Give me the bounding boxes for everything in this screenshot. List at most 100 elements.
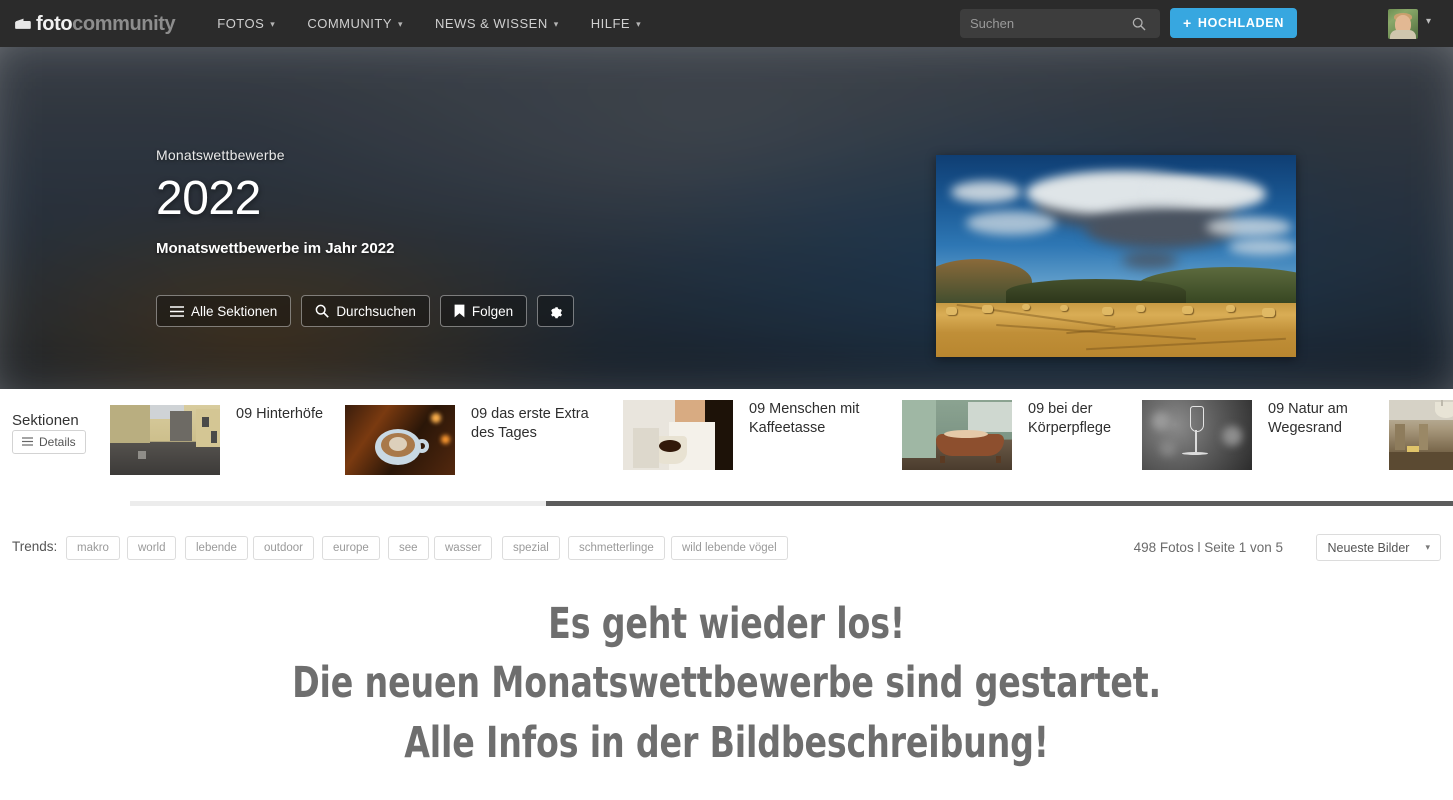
section-thumbnail-bathtub[interactable] — [902, 400, 1012, 470]
site-logo[interactable]: fotocommunity — [14, 0, 176, 47]
chevron-down-icon: ▾ — [553, 19, 559, 29]
all-sections-button[interactable]: Alle Sektionen — [156, 295, 292, 327]
trend-tag-spezial[interactable]: spezial — [502, 536, 560, 560]
gear-icon — [548, 304, 563, 319]
photo-hill — [1006, 279, 1186, 305]
hero-kicker: Monatswettbewerbe — [156, 147, 285, 163]
section-item-title[interactable]: 09 Natur am Wegesrand — [1268, 400, 1388, 439]
nav-item-community-label: COMMUNITY — [307, 16, 392, 31]
hamburger-icon — [170, 305, 184, 317]
section-item[interactable]: 09 Natur am Wegesrand — [1142, 400, 1388, 470]
avatar-body — [1390, 30, 1416, 39]
logo-text-secondary: community — [72, 12, 176, 35]
trend-tag-outdoor[interactable]: outdoor — [253, 536, 315, 560]
photo-haybale — [1102, 307, 1113, 315]
photo-haybale — [1182, 306, 1193, 314]
nav-item-news-wissen[interactable]: NEWS & WISSEN ▾ — [419, 0, 575, 47]
upload-button[interactable]: + HOCHLADEN — [1170, 8, 1298, 38]
logo-text-primary: foto — [36, 12, 73, 35]
trend-tag-lebende[interactable]: lebende — [185, 536, 248, 560]
photo-haybale — [982, 305, 993, 313]
nav-item-news-wissen-label: NEWS & WISSEN — [435, 16, 548, 31]
browse-button-label: Durchsuchen — [336, 303, 416, 319]
nav-item-hilfe-label: HILFE — [590, 16, 631, 31]
chevron-down-icon: ▾ — [1425, 542, 1430, 552]
trend-tag-wild-lebende-voegel[interactable]: wild lebende vögel — [671, 536, 788, 560]
chevron-down-icon: ▾ — [398, 19, 404, 29]
page-info: 498 Fotos l Seite 1 von 5 — [1133, 540, 1283, 555]
details-button-label: Details — [39, 435, 76, 449]
nav-item-hilfe[interactable]: HILFE ▾ — [575, 0, 657, 47]
section-item-title[interactable]: 09 Hinterhöfe — [236, 405, 356, 424]
trend-tag-world[interactable]: world — [127, 536, 177, 560]
trend-tag-makro[interactable]: makro — [66, 536, 120, 560]
photo-haybale — [1226, 305, 1235, 312]
plus-icon: + — [1183, 15, 1192, 31]
trend-tag-wasser[interactable]: wasser — [434, 536, 493, 560]
nav-item-fotos-label: FOTOS — [217, 16, 265, 31]
promo-headline-line-2: Die neuen Monatswettbewerbe sind gestart… — [292, 658, 1161, 709]
section-item[interactable]: 09 Hinterhöfe — [110, 405, 356, 475]
sections-scrollbar-thumb[interactable] — [546, 501, 1453, 506]
user-menu-chevron-down-icon[interactable]: ▾ — [1426, 16, 1431, 27]
settings-button[interactable] — [537, 295, 575, 327]
photo-cloud — [951, 181, 1021, 203]
chevron-down-icon: ▾ — [270, 19, 276, 29]
section-item-title[interactable]: 09 bei der Körperpflege — [1028, 400, 1148, 439]
photo-haybale — [1060, 305, 1068, 311]
photo-haybale — [1262, 308, 1275, 317]
photo-cloud — [1206, 217, 1292, 237]
section-thumbnail-interior-hall[interactable] — [1389, 400, 1453, 470]
photo-haybale — [946, 307, 957, 315]
main-nav: FOTOS ▾ COMMUNITY ▾ NEWS & WISSEN ▾ HILFE ▾ — [201, 0, 657, 47]
chevron-down-icon: ▾ — [636, 19, 642, 29]
nav-item-fotos[interactable]: FOTOS ▾ — [201, 0, 291, 47]
photo-cloud — [966, 211, 1056, 235]
sections-scrollbar[interactable] — [130, 501, 1453, 506]
follow-button-label: Folgen — [471, 303, 514, 319]
photo-cloud — [1122, 251, 1178, 269]
details-button-wrap: Details — [12, 430, 86, 454]
photo-haybale — [1136, 305, 1145, 312]
section-thumbnail-coffee-cup[interactable] — [345, 405, 455, 475]
section-item[interactable]: 09 Menschen mit Kaffeetasse — [623, 400, 869, 470]
trend-tag-europe[interactable]: europe — [322, 536, 380, 560]
hero-subtitle: Monatswettbewerbe im Jahr 2022 — [156, 240, 395, 257]
sort-dropdown-value: Neueste Bilder — [1327, 540, 1410, 555]
browse-button[interactable]: Durchsuchen — [301, 295, 430, 327]
trends-label: Trends: — [12, 539, 58, 554]
promo-headline-line-3: Alle Infos in der Bildbeschreibung! — [404, 717, 1049, 768]
section-item-title[interactable]: 09 Menschen mit Kaffeetasse — [749, 400, 869, 439]
search-icon — [315, 304, 330, 318]
photo-cloud — [1228, 239, 1296, 255]
nav-item-community[interactable]: COMMUNITY ▾ — [291, 0, 419, 47]
section-item[interactable] — [1389, 400, 1453, 470]
upload-button-label: HOCHLADEN — [1197, 16, 1285, 30]
hero-photo[interactable] — [936, 155, 1296, 357]
search-input[interactable] — [960, 9, 1128, 38]
camera-icon — [14, 18, 31, 30]
section-item-title[interactable]: 09 das erste Extra des Tages — [471, 405, 591, 444]
avatar[interactable] — [1388, 9, 1418, 39]
hero-action-buttons: Alle Sektionen Durchsuchen Folgen — [156, 295, 575, 327]
sort-dropdown[interactable]: Neueste Bilder ▾ — [1316, 534, 1441, 561]
hero-banner: Monatswettbewerbe 2022 Monatswettbewerbe… — [0, 47, 1453, 389]
section-thumbnail-bw-nature[interactable] — [1142, 400, 1252, 470]
section-item[interactable]: 09 das erste Extra des Tages — [345, 405, 591, 475]
photo-cloud — [1146, 177, 1266, 211]
details-button[interactable]: Details — [12, 430, 86, 454]
trend-tag-see[interactable]: see — [388, 536, 429, 560]
page-title: 2022 — [156, 172, 261, 225]
search-box[interactable] — [960, 9, 1160, 38]
hamburger-icon — [22, 435, 33, 449]
promo-headline: Es geht wieder los! Die neuen Monatswett… — [102, 595, 1352, 773]
section-thumbnail-courtyard[interactable] — [110, 405, 220, 475]
section-item[interactable]: 09 bei der Körperpflege — [902, 400, 1148, 470]
section-thumbnail-woman-coffee[interactable] — [623, 400, 733, 470]
search-icon[interactable] — [1128, 9, 1150, 38]
sections-label: Sektionen — [12, 412, 79, 429]
all-sections-button-label: Alle Sektionen — [191, 303, 278, 319]
trend-tag-schmetterlinge[interactable]: schmetterlinge — [568, 536, 665, 560]
promo-headline-line-1: Es geht wieder los! — [548, 599, 905, 649]
follow-button[interactable]: Folgen — [439, 295, 528, 327]
